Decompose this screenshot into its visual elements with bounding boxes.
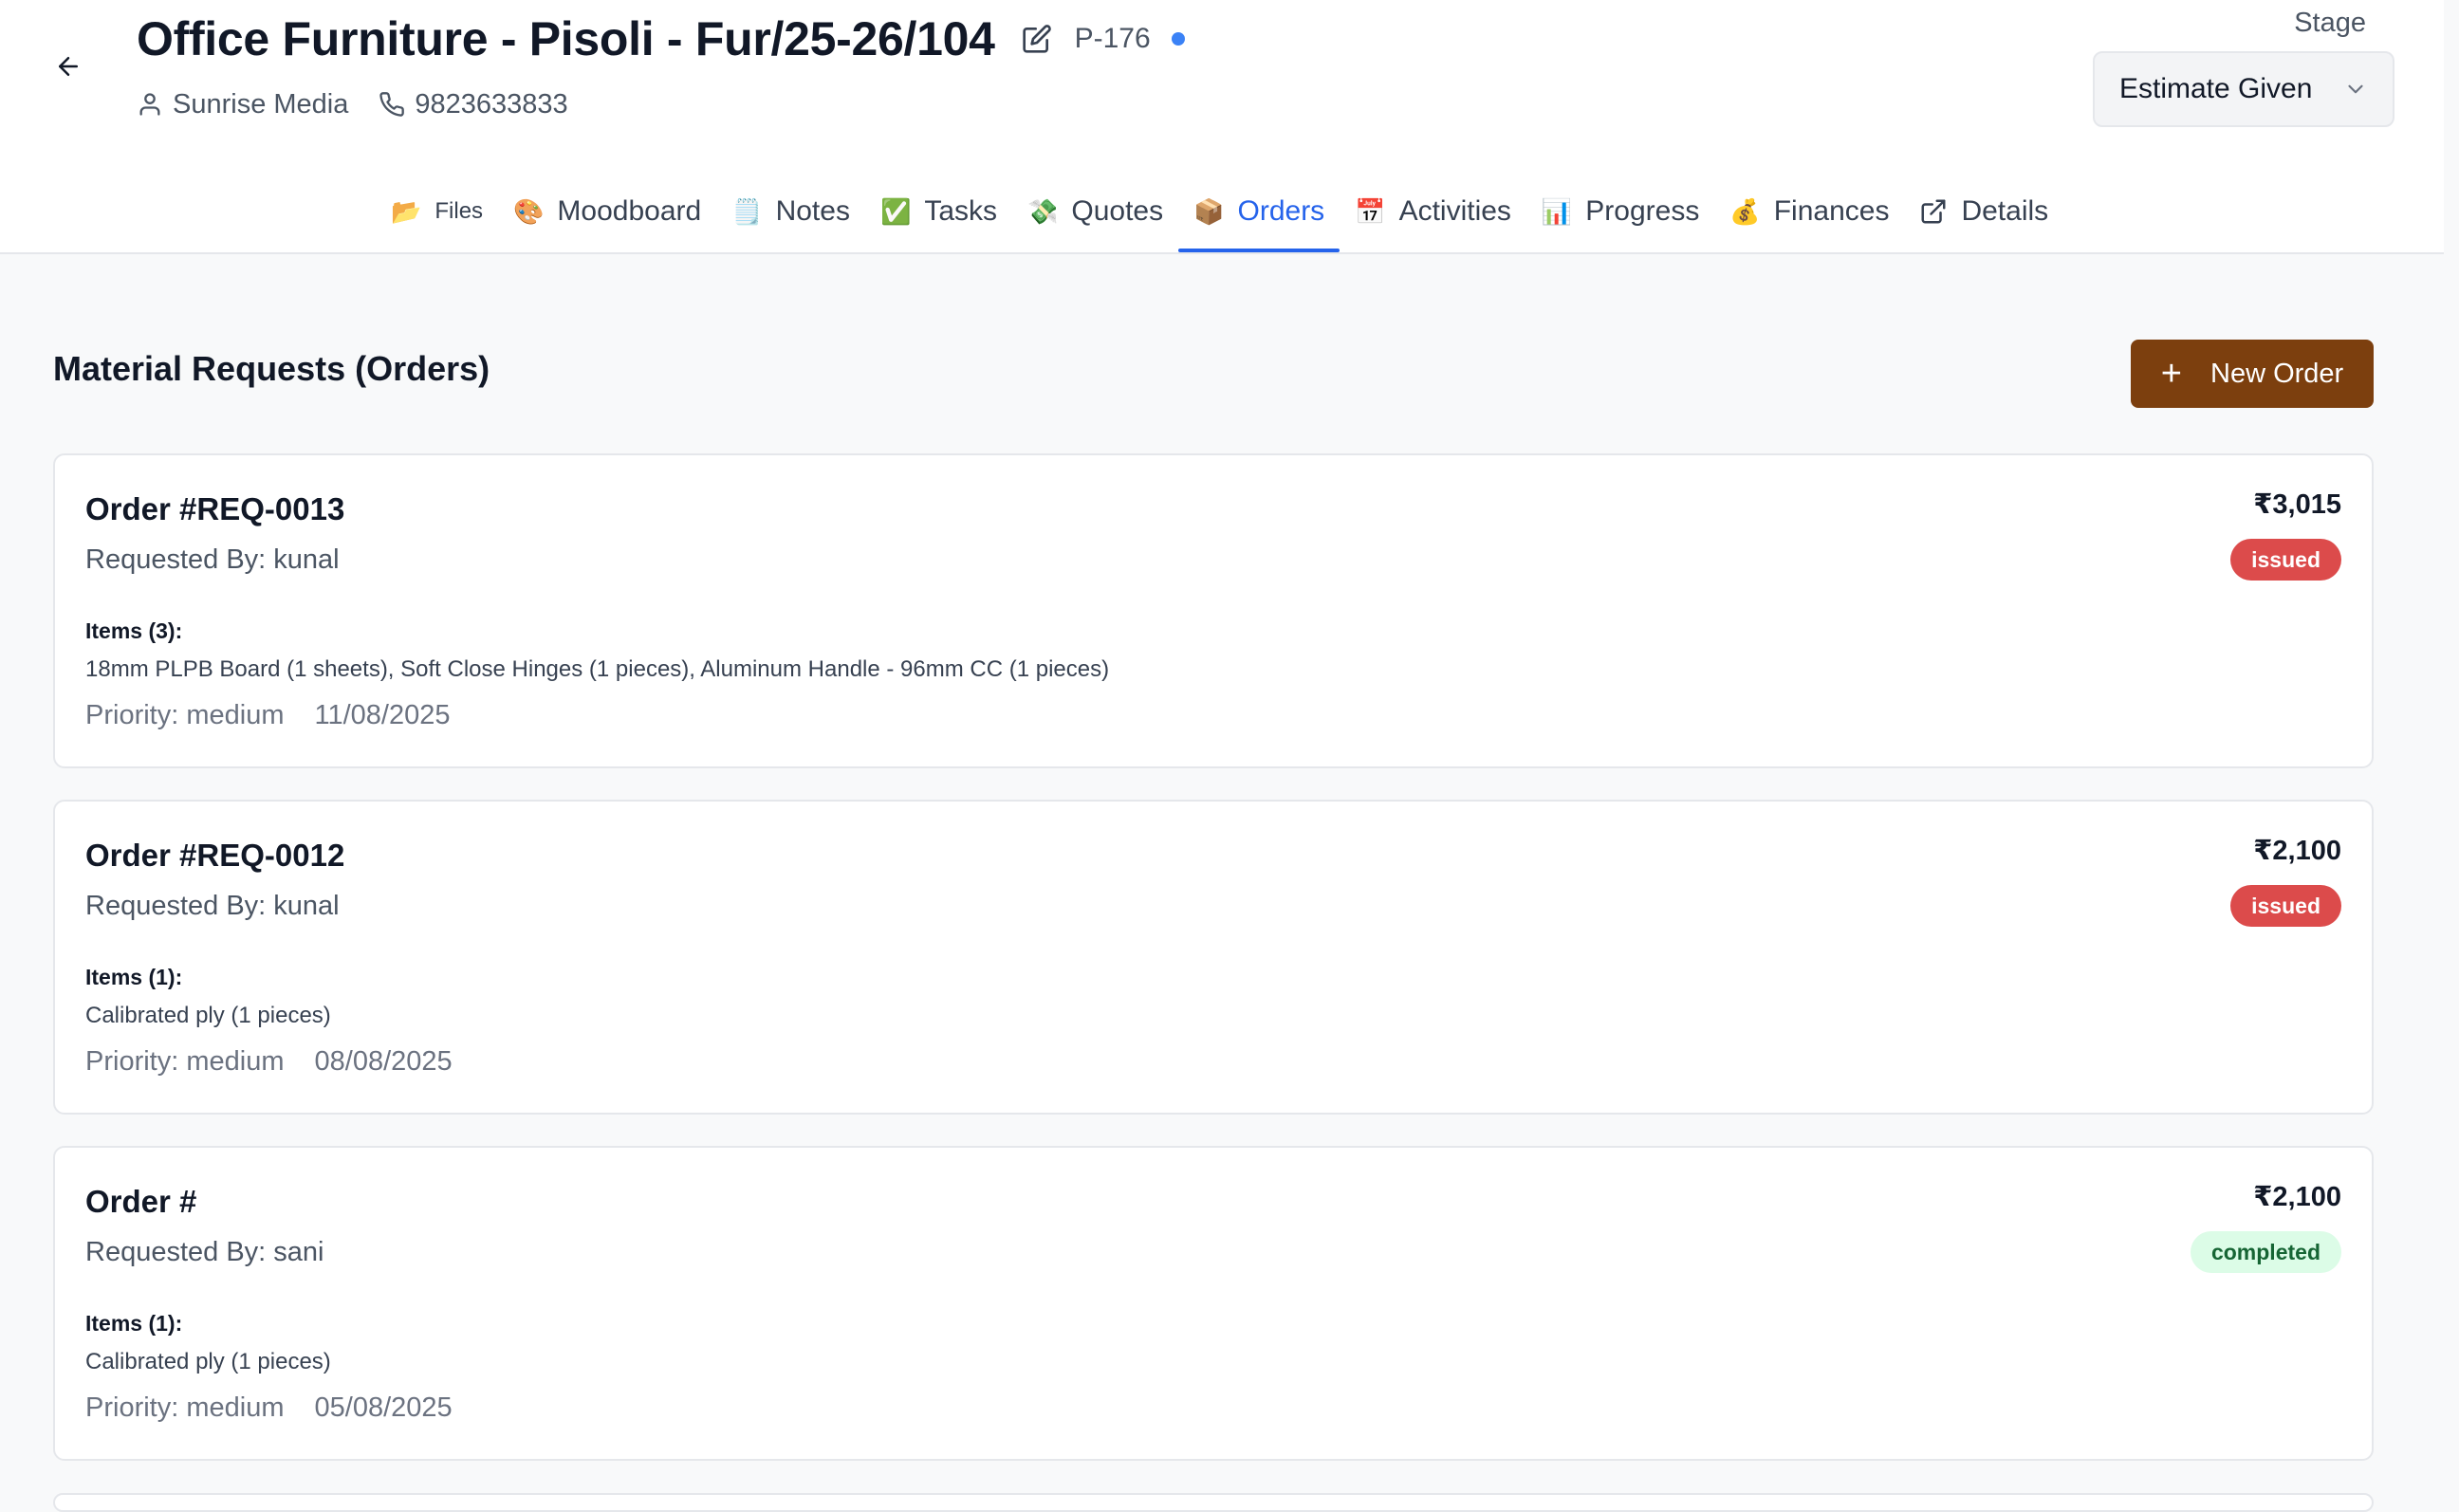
folder-icon: 📂: [391, 196, 422, 226]
external-link-icon: [1921, 199, 1946, 224]
new-order-label: New Order: [2210, 358, 2344, 389]
order-card[interactable]: Order #REQ-0013 Requested By: kunal Item…: [53, 453, 2374, 768]
order-meta: Priority: medium 11/08/2025: [85, 700, 451, 731]
stage-value: Estimate Given: [2119, 73, 2313, 104]
tab-finances[interactable]: 💰 Finances: [1714, 171, 1904, 252]
order-meta: Priority: medium 08/08/2025: [85, 1046, 453, 1078]
status-dot: [1171, 32, 1185, 46]
money-wings-icon: 💸: [1027, 196, 1059, 226]
order-amount: ₹3,015: [2253, 489, 2341, 520]
order-items-label: Items (3):: [85, 618, 183, 643]
tab-label: Files: [434, 198, 484, 224]
order-priority: Priority: medium: [85, 700, 285, 730]
section-title: Material Requests (Orders): [53, 349, 490, 388]
order-requested-by: Requested By: kunal: [85, 544, 340, 575]
tab-label: Details: [1961, 195, 2049, 227]
order-date: 08/08/2025: [314, 1046, 453, 1077]
order-requested-by: Requested By: kunal: [85, 891, 340, 921]
order-amount: ₹2,100: [2253, 1182, 2341, 1212]
order-date: 11/08/2025: [314, 700, 451, 730]
tab-notes[interactable]: 🗒️ Notes: [716, 171, 865, 252]
stage-label: Stage: [2294, 8, 2366, 38]
palette-icon: 🎨: [513, 196, 545, 226]
status-badge: completed: [2190, 1231, 2341, 1273]
client-name: Sunrise Media: [173, 88, 349, 120]
order-title: Order #REQ-0012: [85, 838, 345, 873]
project-title-row: Office Furniture - Pisoli - Fur/25-26/10…: [137, 8, 1185, 70]
package-icon: 📦: [1193, 196, 1225, 226]
tab-label: Progress: [1585, 195, 1700, 227]
order-amount: ₹2,100: [2253, 836, 2341, 866]
order-items: Calibrated ply (1 pieces): [85, 1349, 331, 1374]
stage-select[interactable]: Estimate Given: [2093, 51, 2394, 127]
new-order-button[interactable]: + New Order: [2131, 340, 2374, 408]
tab-label: Orders: [1237, 195, 1325, 227]
project-tabs: 📂 Files 🎨 Moodboard 🗒️ Notes ✅ Tasks 💸 Q…: [376, 171, 2063, 252]
back-button[interactable]: [47, 46, 89, 87]
order-items-label: Items (1):: [85, 965, 183, 989]
order-meta: Priority: medium 05/08/2025: [85, 1392, 453, 1424]
project-meta: Sunrise Media 9823633833: [137, 83, 585, 125]
order-items-label: Items (1):: [85, 1311, 183, 1336]
user-icon: [139, 93, 160, 116]
tab-label: Moodboard: [557, 195, 702, 227]
bar-chart-icon: 📊: [1541, 196, 1573, 226]
money-bag-icon: 💰: [1729, 196, 1761, 226]
tab-orders[interactable]: 📦 Orders: [1178, 171, 1340, 252]
chevron-down-icon: [2348, 84, 2363, 94]
tab-label: Quotes: [1071, 195, 1164, 227]
tab-activities[interactable]: 📅 Activities: [1340, 171, 1526, 252]
edit-icon[interactable]: [1022, 23, 1054, 55]
page-title: Office Furniture - Pisoli - Fur/25-26/10…: [137, 12, 995, 65]
order-title: Order #: [85, 1184, 197, 1219]
order-items: Calibrated ply (1 pieces): [85, 1003, 331, 1028]
tab-tasks[interactable]: ✅ Tasks: [865, 171, 1012, 252]
project-code: P-176: [1074, 23, 1151, 54]
order-card[interactable]: Order #REQ-0012 Requested By: kunal Item…: [53, 800, 2374, 1115]
tab-quotes[interactable]: 💸 Quotes: [1012, 171, 1178, 252]
client-phone: 9823633833: [415, 88, 568, 120]
tab-label: Notes: [775, 195, 850, 227]
order-card[interactable]: Order # Requested By: sani Items (1): Ca…: [53, 1146, 2374, 1461]
tab-label: Tasks: [924, 195, 998, 227]
tab-label: Activities: [1398, 195, 1511, 227]
order-items: 18mm PLPB Board (1 sheets), Soft Close H…: [85, 656, 1110, 682]
tab-label: Finances: [1773, 195, 1890, 227]
order-card-partial: [53, 1493, 2374, 1512]
tab-details[interactable]: Details: [1904, 171, 2063, 252]
order-date: 05/08/2025: [314, 1392, 453, 1423]
order-title: Order #REQ-0013: [85, 491, 345, 526]
page-header: Office Furniture - Pisoli - Fur/25-26/10…: [0, 0, 2444, 254]
arrow-left-icon: [59, 57, 78, 76]
phone-icon: [379, 92, 405, 117]
order-priority: Priority: medium: [85, 1046, 285, 1077]
plus-icon: +: [2160, 354, 2182, 394]
phone-info: 9823633833: [379, 88, 568, 120]
client-info: Sunrise Media: [137, 89, 348, 120]
tab-moodboard[interactable]: 🎨 Moodboard: [498, 171, 716, 252]
order-requested-by: Requested By: sani: [85, 1237, 324, 1267]
calendar-icon: 📅: [1355, 196, 1386, 226]
notepad-icon: 🗒️: [731, 196, 763, 226]
check-icon: ✅: [879, 196, 912, 226]
tab-files[interactable]: 📂 Files: [376, 171, 498, 252]
status-badge: issued: [2230, 539, 2341, 581]
order-priority: Priority: medium: [85, 1392, 285, 1423]
tab-progress[interactable]: 📊 Progress: [1526, 171, 1714, 252]
status-badge: issued: [2230, 885, 2341, 927]
